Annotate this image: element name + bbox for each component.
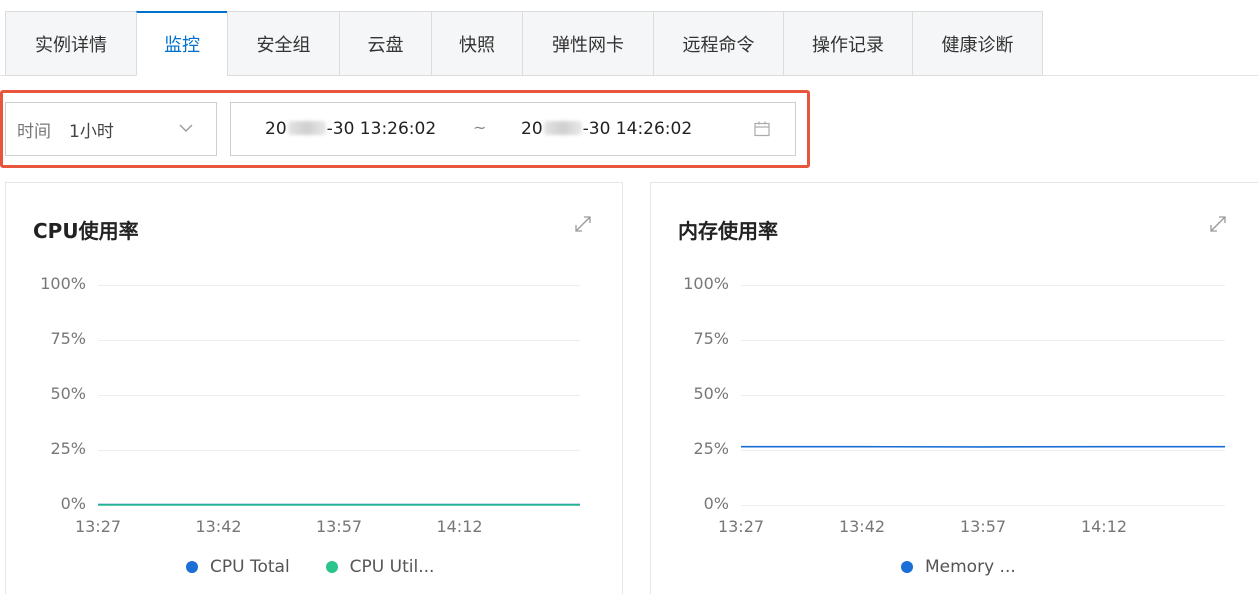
- calendar-icon[interactable]: [753, 120, 771, 142]
- tab-remote-command[interactable]: 远程命令: [653, 11, 783, 76]
- tab-cloud-disk[interactable]: 云盘: [339, 11, 431, 76]
- legend-label: CPU Util...: [349, 557, 435, 577]
- tab-security-group[interactable]: 安全组: [227, 11, 339, 76]
- chart-legend: CPU Total CPU Util...: [186, 557, 470, 577]
- line-chart-svg: [98, 503, 580, 506]
- date-range-picker[interactable]: 20 -30 13:26:02 ~ 20 -30 14:26:02: [230, 102, 796, 156]
- end-datetime[interactable]: 20 -30 14:26:02: [521, 119, 692, 139]
- tab-health-diagnosis[interactable]: 健康诊断: [912, 11, 1043, 76]
- time-range-value: 1小时: [69, 121, 114, 142]
- chart-legend: Memory ...: [901, 557, 1052, 577]
- legend-dot: [325, 561, 338, 573]
- legend-dot: [901, 561, 913, 573]
- redacted-text: [543, 121, 582, 135]
- tab-bar: 实例详情 监控 安全组 云盘 快照 弹性网卡 远程命令 操作记录 健康诊断: [0, 0, 1258, 76]
- legend-item-cpu-util[interactable]: CPU Util...: [325, 557, 435, 577]
- time-range-select[interactable]: 时间 1小时: [5, 102, 217, 156]
- tab-instance-details[interactable]: 实例详情: [5, 11, 136, 76]
- tab-monitoring[interactable]: 监控: [136, 11, 227, 76]
- tab-operation-log[interactable]: 操作记录: [783, 11, 912, 76]
- legend-label: Memory ...: [925, 557, 1016, 577]
- start-datetime[interactable]: 20 -30 13:26:02: [265, 119, 436, 139]
- time-label: 时间: [17, 121, 51, 142]
- line-chart-svg: [741, 445, 1225, 448]
- legend-item-cpu-total[interactable]: CPU Total: [186, 557, 290, 577]
- tab-eni[interactable]: 弹性网卡: [522, 11, 653, 76]
- legend-label: CPU Total: [210, 557, 290, 577]
- memory-usage-card: 内存使用率 Memory ... 100% 75% 50% 25% 0% 13:27 13:…: [650, 182, 1258, 594]
- legend-dot: [186, 561, 198, 573]
- tab-snapshot[interactable]: 快照: [431, 11, 522, 76]
- legend-item-memory[interactable]: Memory ...: [901, 557, 1016, 577]
- chevron-down-icon: [178, 120, 194, 140]
- range-separator: ~: [473, 118, 487, 137]
- cpu-usage-card: CPU使用率 CPU Total CPU Util... 100% 75% 50% 2…: [5, 182, 623, 594]
- redacted-text: [287, 121, 326, 135]
